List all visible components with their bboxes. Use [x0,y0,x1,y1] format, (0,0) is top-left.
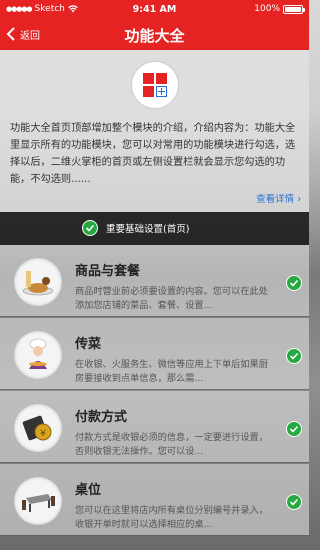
intro-text: 功能大全首页顶部增加整个模块的介绍，介绍内容为：功能大全里显示所有的功能模块，您… [10,123,296,185]
module-description: 在收银、火服务生、微信等应用上下单后如果厨房要接收到点单信息，那么需... [75,359,268,384]
module-item-serving[interactable]: 传菜 在收银、火服务生、微信等应用上下单后如果厨房要接收到点单信息，那么需... [0,318,309,390]
check-icon [82,220,98,236]
check-icon[interactable] [286,275,302,291]
base-setting-bar[interactable]: 重要基础设置(首页) [0,212,309,245]
module-title: 传菜 [75,337,102,352]
dining-table-icon [14,477,62,525]
svg-text:¥: ¥ [40,429,46,439]
food-plate-icon [14,258,62,306]
navigation-bar: 返回 功能大全 [0,18,309,50]
view-details-link[interactable]: 查看详情 › [256,191,301,205]
battery-indicator: 100% [254,4,305,14]
check-icon[interactable] [286,494,302,510]
function-grid-icon [132,62,178,108]
base-setting-label: 重要基础设置(首页) [106,224,190,235]
battery-percent: 100% [254,4,280,14]
check-icon[interactable] [286,348,302,364]
status-bar: ●●●●● Sketch 9:41 AM 100% [0,0,309,18]
battery-icon [283,4,305,14]
page-title: 功能大全 [124,27,185,45]
module-title: 付款方式 [75,410,128,425]
module-item-tables[interactable]: 桌位 您可以在这里将店内所有桌位分别编号并录入，收银开单时就可以选择相应的桌..… [0,464,309,536]
module-title: 桌位 [75,483,102,498]
module-description: 商品时营业前必须要设置的内容。您可以在此处添加您店铺的菜品、套餐、设置... [75,286,268,311]
intro-section: 功能大全首页顶部增加整个模块的介绍，介绍内容为：功能大全里显示所有的功能模块，您… [0,50,309,212]
module-item-products[interactable]: 商品与套餐 商品时营业前必须要设置的内容。您可以在此处添加您店铺的菜品、套餐、设… [0,245,309,317]
module-description: 您可以在这里将店内所有桌位分别编号并录入，收银开单时就可以选择相应的桌... [75,505,268,530]
payment-coin-icon: ¥ [14,404,62,452]
module-title: 商品与套餐 [75,264,141,279]
module-item-payment[interactable]: ¥ 付款方式 付款方式是收银必须的信息，一定要进行设置，否则收银无法操作。您可以… [0,391,309,463]
module-description: 付款方式是收银必须的信息，一定要进行设置，否则收银无法操作。您可以设... [75,432,268,457]
check-icon[interactable] [286,421,302,437]
chef-icon [14,331,62,379]
